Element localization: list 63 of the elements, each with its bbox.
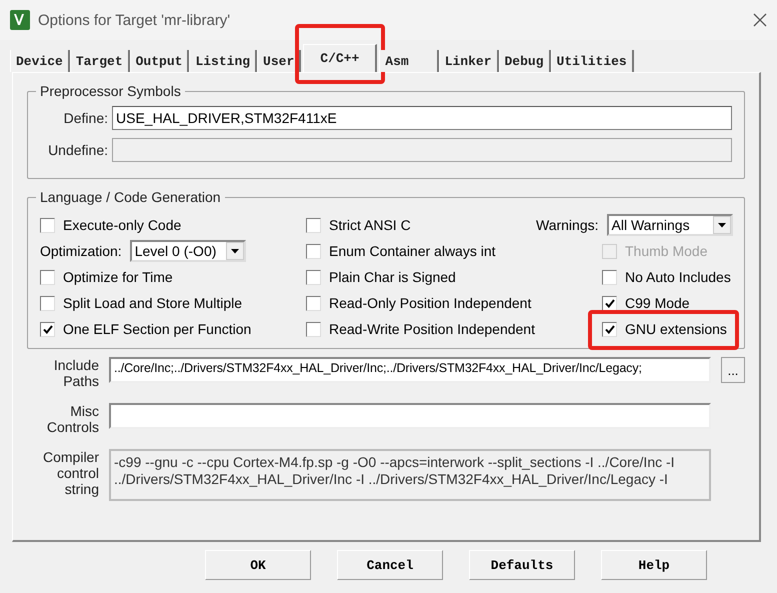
checkbox-label: Strict ANSI C [329,217,411,233]
checkbox-label: Execute-only Code [63,217,182,233]
checkbox[interactable] [306,270,321,284]
field-label: Include Paths [52,357,99,389]
dropdown[interactable]: Level 0 (-O0) [130,240,246,262]
dropdown[interactable]: All Warnings [606,214,733,236]
tab[interactable]: Utilities [550,50,634,72]
close-icon[interactable] [753,13,767,27]
checkbox-label: Thumb Mode [625,243,708,259]
tab[interactable]: Listing [189,50,258,72]
tab[interactable]: Asm [379,50,439,72]
checkbox-label: GNU extensions [625,321,727,337]
checkbox-label: No Auto Includes [625,269,731,285]
dialog-button[interactable]: Defaults [469,550,575,580]
app-logo-icon [10,10,30,30]
dropdown-label: Optimization: [40,243,122,259]
checkbox-label: One ELF Section per Function [63,321,252,337]
tab[interactable]: Output [130,50,190,72]
checkbox[interactable] [306,244,321,258]
check-icon [604,324,614,334]
checkbox[interactable] [40,218,55,232]
checkbox[interactable] [306,218,321,232]
dialog-button[interactable]: Cancel [337,550,443,580]
check-icon [604,298,614,308]
field-label: Undefine: [47,142,108,158]
tab[interactable]: Target [70,50,130,72]
text-field[interactable]: ../Core/Inc;../Drivers/STM32F4xx_HAL_Driver/Inc;../Drivers/STM32F4xx_HAL_Driver/Inc/Legacy; [109,357,711,383]
checkbox[interactable] [40,322,55,336]
checkbox-label: C99 Mode [625,295,690,311]
group-title: Preprocessor Symbols [36,83,185,99]
checkbox-label: Read-Write Position Independent [329,321,535,337]
tab[interactable]: Debug [498,50,551,72]
tab[interactable]: C/C++ [303,44,378,72]
dialog-button[interactable]: OK [205,550,311,580]
checkbox[interactable] [306,296,321,310]
tab[interactable]: User [257,50,302,72]
checkbox-label: Enum Container always int [329,243,496,259]
field-label: Define: [62,110,108,126]
text-field[interactable]: USE_HAL_DRIVER,STM32F411xE [112,106,732,130]
checkbox[interactable] [40,270,55,284]
field-label: Misc Controls [46,403,99,435]
checkbox-label: Plain Char is Signed [329,269,456,285]
window-title: Options for Target 'mr-library' [38,12,232,28]
checkbox[interactable] [602,322,617,336]
text-area: -c99 --gnu -c --cpu Cortex-M4.fp.sp -g -O0 --apcs=interwork --split_sections -I ../Core/Inc -I ../Drivers/STM32F4xx_HAL_Driver/Inc -I ../Drivers/STM32F4xx_HAL_Driver/Inc/Legacy -I [109,449,711,501]
field-label: Compiler control string [42,449,99,497]
checkbox[interactable] [602,296,617,310]
tab[interactable]: Device [10,50,70,72]
dropdown-label: Warnings: [536,217,599,233]
dialog-button[interactable]: Help [601,550,707,580]
checkbox-label: Read-Only Position Independent [329,295,532,311]
text-field[interactable] [109,403,711,429]
tab[interactable]: Linker [438,50,498,72]
caret-icon [712,216,731,234]
checkbox[interactable] [306,322,321,336]
checkbox[interactable] [602,270,617,284]
caret-icon [226,242,244,260]
group-title: Language / Code Generation [36,189,225,205]
checkbox-label: Optimize for Time [63,269,173,285]
checkbox[interactable] [40,296,55,310]
browse-button[interactable]: ... [721,357,745,383]
checkbox-label: Split Load and Store Multiple [63,295,242,311]
check-icon [42,324,52,334]
